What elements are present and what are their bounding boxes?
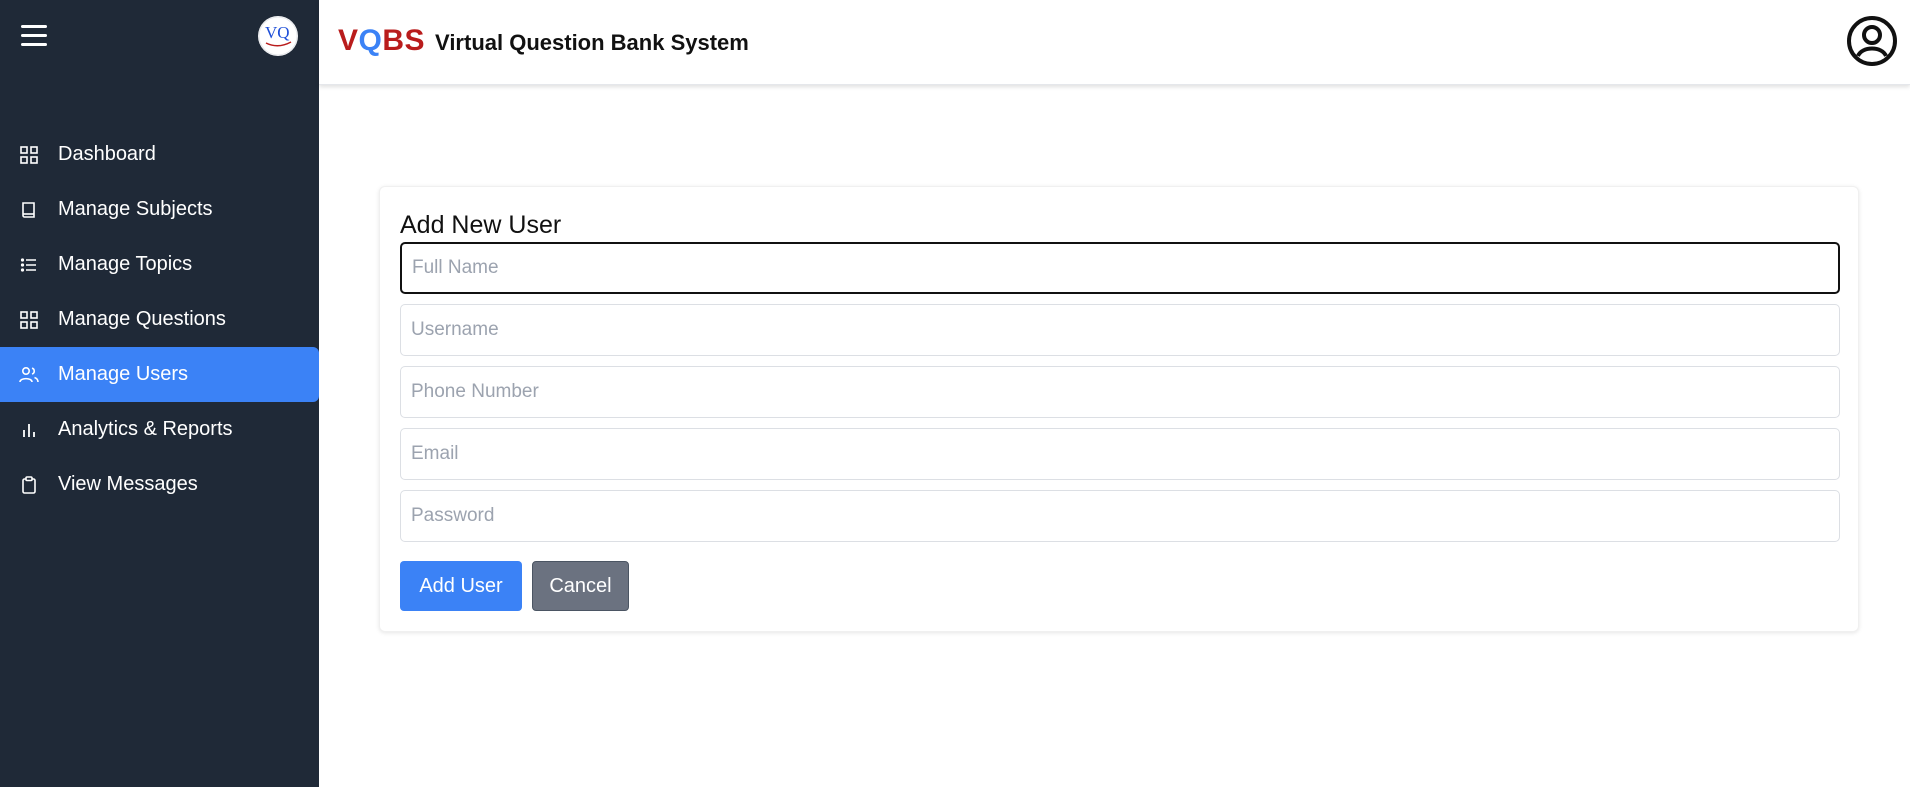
book-icon	[19, 200, 39, 220]
grid-icon	[19, 310, 39, 330]
sidebar-item-label: Manage Topics	[58, 253, 193, 275]
sidebar-item-manage-subjects[interactable]: Manage Subjects	[0, 182, 319, 237]
brand-abbreviation: VQBS	[338, 24, 426, 57]
grid-icon	[19, 145, 39, 165]
sidebar-item-analytics-reports[interactable]: Analytics & Reports	[0, 402, 319, 457]
sidebar-item-dashboard[interactable]: Dashboard	[0, 127, 319, 182]
full-name-field[interactable]	[400, 242, 1840, 294]
sidebar-item-manage-topics[interactable]: Manage Topics	[0, 237, 319, 292]
user-profile-icon[interactable]	[1847, 16, 1897, 66]
form-title: Add New User	[400, 211, 562, 239]
sidebar-item-label: Analytics & Reports	[58, 418, 233, 440]
brand: VQBS Virtual Question Bank System	[338, 24, 749, 58]
sidebar-item-label: Dashboard	[58, 143, 156, 165]
add-user-button[interactable]: Add User	[400, 561, 522, 611]
app-logo: VQ	[258, 16, 298, 56]
cancel-button[interactable]: Cancel	[532, 561, 629, 611]
sidebar-item-view-messages[interactable]: View Messages	[0, 457, 319, 512]
email-field[interactable]	[400, 428, 1840, 480]
sidebar-item-manage-questions[interactable]: Manage Questions	[0, 292, 319, 347]
sidebar-nav: Dashboard Manage Subjects Manage Topics …	[0, 127, 319, 512]
sidebar-item-label: Manage Users	[58, 363, 189, 385]
sidebar-item-label: Manage Questions	[58, 308, 226, 330]
sidebar-header: VQ	[0, 0, 319, 100]
add-user-card: Add New User Add User Cancel	[379, 186, 1859, 632]
brand-title: Virtual Question Bank System	[435, 30, 749, 55]
hamburger-menu-icon[interactable]	[21, 25, 47, 47]
sidebar: VQ Dashboard Manage Subjects Manage Topi…	[0, 0, 319, 787]
username-field[interactable]	[400, 304, 1840, 356]
sidebar-item-manage-users[interactable]: Manage Users	[0, 347, 319, 402]
password-field[interactable]	[400, 490, 1840, 542]
clipboard-icon	[19, 475, 39, 495]
bar-chart-icon	[19, 420, 39, 440]
list-icon	[19, 255, 39, 275]
logo-text: VQ	[265, 23, 290, 42]
phone-number-field[interactable]	[400, 366, 1840, 418]
users-icon	[19, 365, 39, 385]
sidebar-item-label: Manage Subjects	[58, 198, 213, 220]
top-header: VQBS Virtual Question Bank System	[319, 0, 1910, 85]
sidebar-item-label: View Messages	[58, 473, 198, 495]
